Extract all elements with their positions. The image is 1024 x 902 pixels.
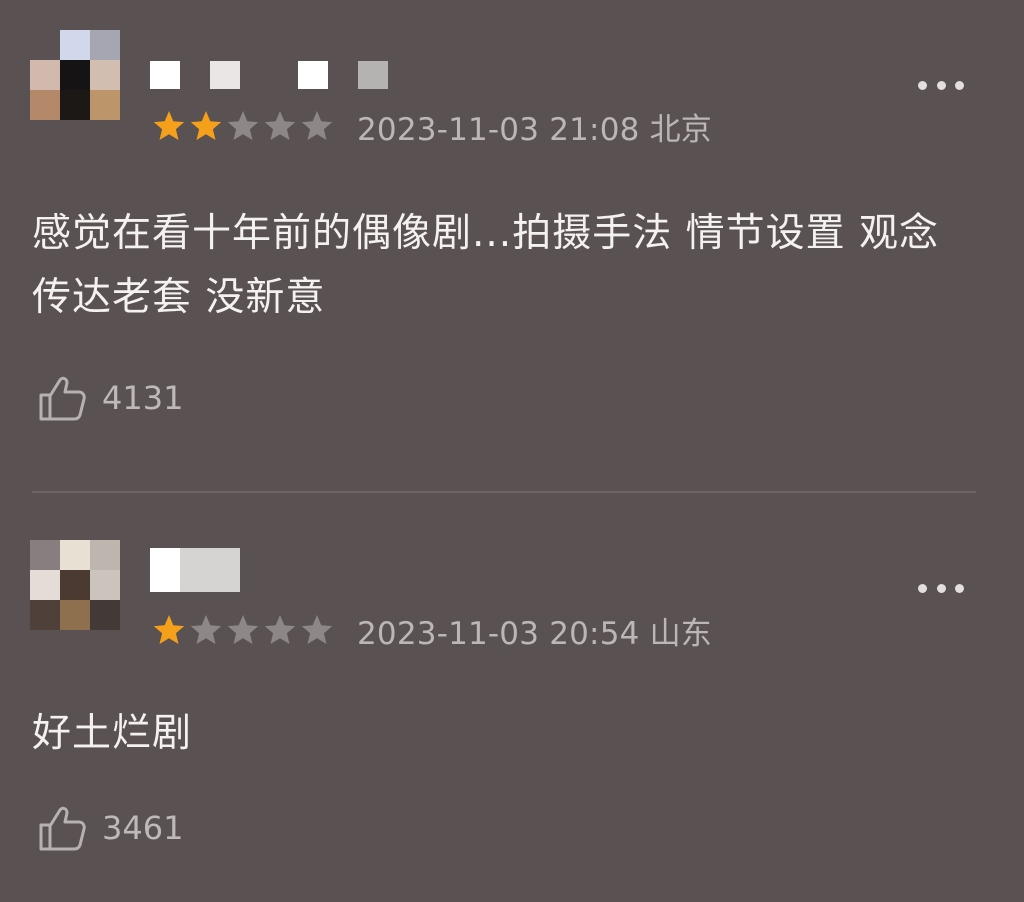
- avatar-pixel: [60, 30, 90, 60]
- avatar-pixel: [30, 600, 60, 630]
- more-dot-icon: [936, 583, 946, 593]
- avatar[interactable]: [30, 540, 120, 630]
- avatar-pixel: [90, 570, 120, 600]
- star-empty-icon: [190, 615, 222, 644]
- like-count: 4131: [102, 379, 184, 417]
- username-redaction-block: [180, 548, 240, 592]
- review-timestamp: 2023-11-03 21:08 北京: [357, 111, 713, 148]
- more-dot-icon: [918, 80, 927, 90]
- more-dot-icon: [955, 583, 964, 593]
- star-empty-icon: [301, 111, 333, 140]
- avatar-pixel: [60, 90, 90, 120]
- star-empty-icon: [227, 111, 259, 140]
- review-text: 感觉在看十年前的偶像剧...拍摄手法 情节设置 观念传达老套 没新意: [32, 211, 939, 320]
- avatar-pixel: [30, 570, 60, 600]
- thumbs-up-icon: [39, 376, 86, 421]
- like-count: 3461: [102, 809, 184, 847]
- star-filled-icon: [153, 615, 185, 644]
- more-dot-icon: [936, 80, 946, 90]
- more-dot-icon: [955, 80, 964, 90]
- username-redaction-block: [150, 61, 180, 89]
- avatar-pixel: [30, 540, 60, 570]
- more-dot-icon: [918, 583, 927, 593]
- avatar-pixel: [30, 90, 60, 120]
- review-meta: 2023-11-03 20:54 山东: [152, 610, 713, 652]
- more-options-button[interactable]: [918, 578, 964, 598]
- review-meta: 2023-11-03 21:08 北京: [152, 106, 713, 148]
- username[interactable]: [150, 548, 240, 592]
- star-rating: [152, 613, 337, 647]
- avatar-pixel: [60, 540, 90, 570]
- star-filled-icon: [153, 111, 185, 140]
- avatar-pixel: [90, 30, 120, 60]
- star-empty-icon: [264, 111, 296, 140]
- review-text: 好土烂剧: [32, 711, 193, 756]
- star-filled-icon: [190, 111, 222, 140]
- avatar[interactable]: [30, 30, 120, 120]
- star-empty-icon: [301, 615, 333, 644]
- star-rating: [152, 109, 337, 143]
- avatar-pixel: [90, 600, 120, 630]
- like-button[interactable]: 3461: [38, 803, 183, 853]
- username-redaction-block: [358, 61, 388, 89]
- avatar-pixel: [60, 600, 90, 630]
- avatar-pixel: [90, 90, 120, 120]
- star-empty-icon: [227, 615, 259, 644]
- avatar-pixel: [30, 30, 60, 60]
- avatar-pixel: [60, 570, 90, 600]
- username-redaction-block: [298, 61, 328, 89]
- like-button[interactable]: 4131: [38, 373, 183, 423]
- star-empty-icon: [264, 615, 296, 644]
- review-timestamp: 2023-11-03 20:54 山东: [357, 615, 713, 652]
- username[interactable]: [150, 60, 388, 90]
- avatar-pixel: [90, 540, 120, 570]
- avatar-pixel: [30, 60, 60, 90]
- username-redaction-block: [150, 548, 180, 592]
- review-divider: [32, 491, 976, 493]
- username-redaction-block: [210, 61, 240, 89]
- thumbs-up-icon: [39, 806, 86, 851]
- avatar-pixel: [60, 60, 90, 90]
- more-options-button[interactable]: [918, 75, 964, 95]
- avatar-pixel: [90, 60, 120, 90]
